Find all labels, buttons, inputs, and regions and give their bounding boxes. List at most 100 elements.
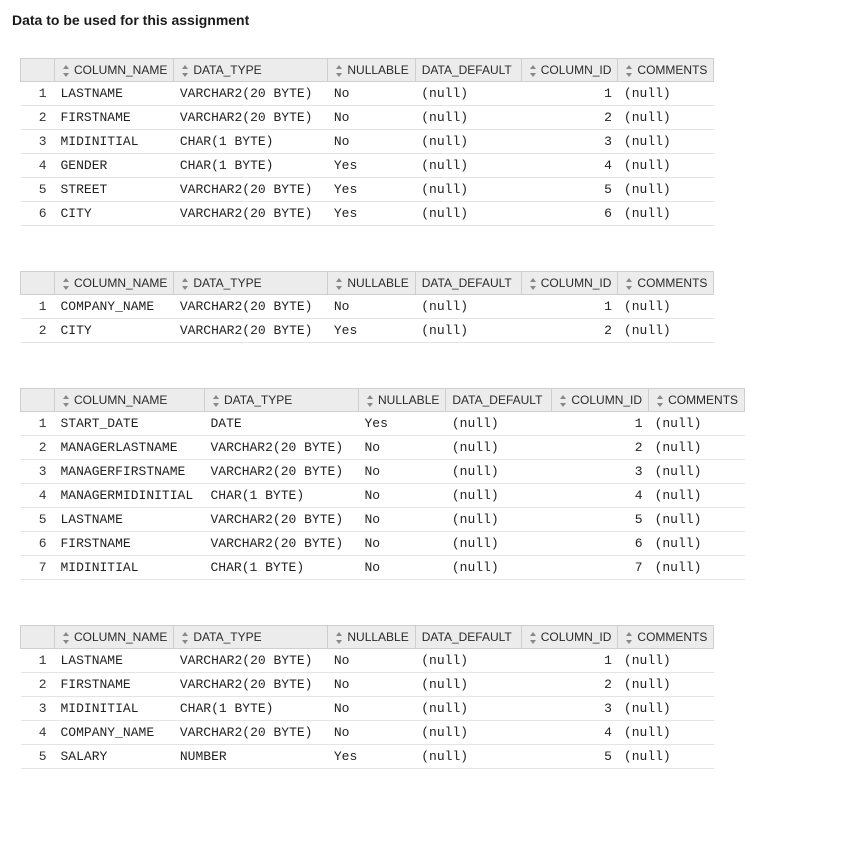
rownum-cell: 1 bbox=[21, 82, 55, 106]
column-header-nullable[interactable]: NULLABLE bbox=[359, 389, 446, 412]
cell-nullable: Yes bbox=[328, 178, 415, 202]
cell-comments: (null) bbox=[618, 178, 714, 202]
schema-grid: COLUMN_NAME DATA_TYPENULLABLEDATA_DEFAULT… bbox=[20, 58, 714, 226]
rownum-cell: 7 bbox=[21, 556, 55, 580]
table-row[interactable]: 1START_DATEDATEYes(null)1(null) bbox=[21, 412, 745, 436]
table-row[interactable]: 2FIRSTNAMEVARCHAR2(20 BYTE)No(null)2(nul… bbox=[21, 106, 714, 130]
table-row[interactable]: 2MANAGERLASTNAMEVARCHAR2(20 BYTE)No(null… bbox=[21, 436, 745, 460]
cell-data-type: VARCHAR2(20 BYTE) bbox=[205, 532, 359, 556]
column-header-id[interactable]: COLUMN_ID bbox=[521, 272, 618, 295]
rownum-cell: 2 bbox=[21, 106, 55, 130]
cell-nullable: Yes bbox=[359, 412, 446, 436]
cell-comments: (null) bbox=[649, 532, 745, 556]
cell-data-type: CHAR(1 BYTE) bbox=[174, 154, 328, 178]
rownum-cell: 2 bbox=[21, 673, 55, 697]
column-header-name[interactable]: COLUMN_NAME bbox=[55, 626, 174, 649]
column-header-label: COMMENTS bbox=[637, 63, 707, 77]
column-header-nullable[interactable]: NULLABLE bbox=[328, 59, 415, 82]
table-row[interactable]: 3MIDINITIALCHAR(1 BYTE)No(null)3(null) bbox=[21, 130, 714, 154]
table-row[interactable]: 1COMPANY_NAMEVARCHAR2(20 BYTE)No(null)1(… bbox=[21, 295, 714, 319]
column-header-comments[interactable]: COMMENTS bbox=[618, 626, 714, 649]
cell-comments: (null) bbox=[618, 697, 714, 721]
column-header-name[interactable]: COLUMN_NAME bbox=[55, 389, 205, 412]
cell-comments: (null) bbox=[618, 319, 714, 343]
rownum-cell: 1 bbox=[21, 412, 55, 436]
table-row[interactable]: 5SALARYNUMBERYes(null)5(null) bbox=[21, 745, 714, 769]
column-header-name[interactable]: COLUMN_NAME bbox=[55, 272, 174, 295]
rownum-cell: 1 bbox=[21, 295, 55, 319]
column-header-default[interactable]: DATA_DEFAULT bbox=[446, 389, 552, 412]
column-header-type[interactable]: DATA_TYPE bbox=[174, 59, 328, 82]
sort-icon bbox=[211, 395, 221, 407]
cell-column-name: FIRSTNAME bbox=[55, 673, 174, 697]
rownum-cell: 4 bbox=[21, 721, 55, 745]
rownum-header bbox=[21, 272, 55, 295]
cell-data-default: (null) bbox=[415, 154, 521, 178]
table-row[interactable]: 7MIDINITIALCHAR(1 BYTE)No(null)7(null) bbox=[21, 556, 745, 580]
table-row[interactable]: 6FIRSTNAMEVARCHAR2(20 BYTE)No(null)6(nul… bbox=[21, 532, 745, 556]
table-row[interactable]: 3MIDINITIALCHAR(1 BYTE)No(null)3(null) bbox=[21, 697, 714, 721]
cell-data-default: (null) bbox=[415, 649, 521, 673]
column-header-type[interactable]: DATA_TYPE bbox=[174, 272, 328, 295]
cell-column-id: 5 bbox=[521, 745, 618, 769]
cell-comments: (null) bbox=[649, 460, 745, 484]
column-header-type[interactable]: DATA_TYPE bbox=[174, 626, 328, 649]
sort-icon bbox=[180, 65, 190, 77]
sort-icon bbox=[61, 278, 71, 290]
column-header-default[interactable]: DATA_DEFAULT bbox=[415, 59, 521, 82]
column-header-name[interactable]: COLUMN_NAME bbox=[55, 59, 174, 82]
cell-column-name: MANAGERLASTNAME bbox=[55, 436, 205, 460]
column-header-comments[interactable]: COMMENTS bbox=[618, 59, 714, 82]
table-row[interactable]: 4COMPANY_NAMEVARCHAR2(20 BYTE)No(null)4(… bbox=[21, 721, 714, 745]
cell-data-default: (null) bbox=[415, 673, 521, 697]
cell-column-name: CITY bbox=[55, 202, 174, 226]
cell-nullable: Yes bbox=[328, 745, 415, 769]
cell-nullable: No bbox=[328, 130, 415, 154]
cell-column-name: SALARY bbox=[55, 745, 174, 769]
table-row[interactable]: 6CITYVARCHAR2(20 BYTE)Yes(null)6(null) bbox=[21, 202, 714, 226]
column-header-id[interactable]: COLUMN_ID bbox=[521, 59, 618, 82]
table-row[interactable]: 4MANAGERMIDINITIALCHAR(1 BYTE)No(null)4(… bbox=[21, 484, 745, 508]
cell-column-id: 7 bbox=[552, 556, 649, 580]
table-row[interactable]: 5STREETVARCHAR2(20 BYTE)Yes(null)5(null) bbox=[21, 178, 714, 202]
cell-column-name: MIDINITIAL bbox=[55, 697, 174, 721]
cell-data-default: (null) bbox=[446, 532, 552, 556]
column-header-nullable[interactable]: NULLABLE bbox=[328, 626, 415, 649]
cell-comments: (null) bbox=[649, 556, 745, 580]
cell-data-default: (null) bbox=[446, 460, 552, 484]
cell-column-name: COMPANY_NAME bbox=[55, 295, 174, 319]
cell-data-type: CHAR(1 BYTE) bbox=[174, 130, 328, 154]
table-row[interactable]: 1LASTNAMEVARCHAR2(20 BYTE)No(null)1(null… bbox=[21, 82, 714, 106]
column-header-default[interactable]: DATA_DEFAULT bbox=[415, 626, 521, 649]
cell-data-default: (null) bbox=[415, 697, 521, 721]
table-row[interactable]: 2FIRSTNAMEVARCHAR2(20 BYTE)No(null)2(nul… bbox=[21, 673, 714, 697]
sort-icon bbox=[528, 65, 538, 77]
cell-nullable: No bbox=[328, 649, 415, 673]
table-row[interactable]: 1LASTNAMEVARCHAR2(20 BYTE)No(null)1(null… bbox=[21, 649, 714, 673]
rownum-cell: 1 bbox=[21, 649, 55, 673]
cell-nullable: No bbox=[359, 508, 446, 532]
column-header-type[interactable]: DATA_TYPE bbox=[205, 389, 359, 412]
table-row[interactable]: 2CITYVARCHAR2(20 BYTE)Yes(null)2(null) bbox=[21, 319, 714, 343]
column-header-comments[interactable]: COMMENTS bbox=[649, 389, 745, 412]
rownum-header bbox=[21, 59, 55, 82]
cell-column-id: 1 bbox=[521, 649, 618, 673]
column-header-id[interactable]: COLUMN_ID bbox=[552, 389, 649, 412]
table-row[interactable]: 3MANAGERFIRSTNAMEVARCHAR2(20 BYTE)No(nul… bbox=[21, 460, 745, 484]
column-header-label: COLUMN_NAME bbox=[74, 63, 167, 77]
column-header-id[interactable]: COLUMN_ID bbox=[521, 626, 618, 649]
column-header-comments[interactable]: COMMENTS bbox=[618, 272, 714, 295]
rownum-cell: 2 bbox=[21, 319, 55, 343]
column-header-label: COLUMN_NAME bbox=[74, 393, 167, 407]
cell-column-name: LASTNAME bbox=[55, 508, 205, 532]
cell-data-default: (null) bbox=[415, 130, 521, 154]
table-row[interactable]: 5LASTNAMEVARCHAR2(20 BYTE)No(null)5(null… bbox=[21, 508, 745, 532]
sort-icon bbox=[61, 632, 71, 644]
column-header-default[interactable]: DATA_DEFAULT bbox=[415, 272, 521, 295]
cell-column-name: STREET bbox=[55, 178, 174, 202]
table-row[interactable]: 4GENDERCHAR(1 BYTE)Yes(null)4(null) bbox=[21, 154, 714, 178]
sort-icon bbox=[624, 278, 634, 290]
cell-data-type: VARCHAR2(20 BYTE) bbox=[174, 178, 328, 202]
cell-nullable: No bbox=[359, 556, 446, 580]
column-header-nullable[interactable]: NULLABLE bbox=[328, 272, 415, 295]
